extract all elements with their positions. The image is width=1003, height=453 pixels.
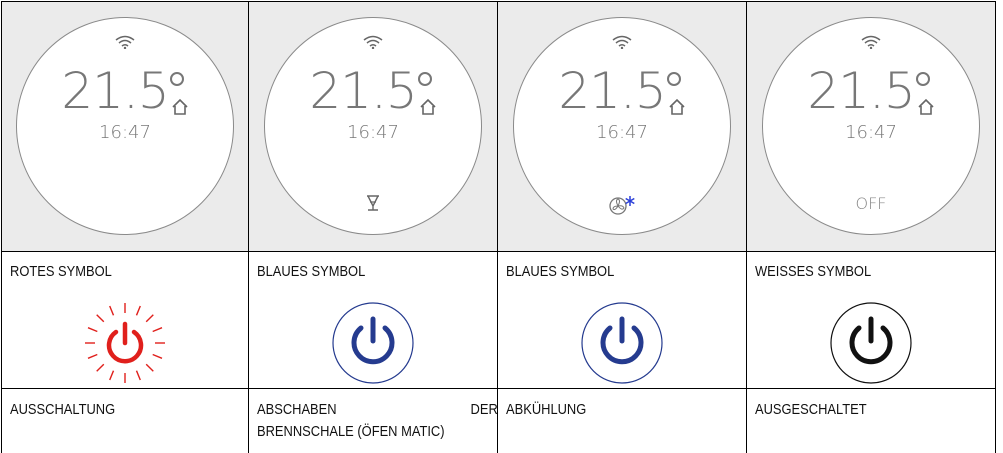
temperature-readout: 21.5 [807,61,915,120]
description-cell-3: ABKÜHLUNG [498,389,747,453]
degree-icon [667,71,681,86]
thermostat-dial: 21.5 16:47 [513,16,731,235]
thermostat-dial: 21.5 16:47 [264,16,482,235]
wifi-icon [861,35,881,49]
dial-cell-4: 21.5 16:47 OFF [747,2,996,252]
house-icon [420,98,436,115]
temperature-readout: 21.5 [558,61,666,120]
power-icon [581,302,663,384]
description-line-1: ABSCHABEN DER [257,401,498,418]
state-description: AUSSCHALTUNG [10,401,116,418]
power-icon [830,302,912,384]
state-description: ABSCHABEN DER BRENNSCHALE (ÖFEN MATIC) [257,399,497,443]
description-line-2: BRENNSCHALE (ÖFEN MATIC) [257,423,445,440]
symbol-cell-4: WEISSES SYMBOL [747,252,996,389]
symbol-label: BLAUES SYMBOL [257,263,366,280]
symbol-cell-2: BLAUES SYMBOL [249,252,498,389]
time-readout: 16:47 [99,121,151,143]
dial-cell-1: 21.5 16:47 [2,2,249,252]
house-icon [918,98,934,115]
thermostat-dial: 21.5 16:47 [16,16,234,235]
stove-status-table: 21.5 16:47 21.5 16:47 21.5 16:47 21.5 16… [1,1,996,453]
description-cell-2: ABSCHABEN DER BRENNSCHALE (ÖFEN MATIC) [249,389,498,453]
symbol-label: ROTES SYMBOL [10,263,112,280]
wifi-icon [612,35,632,49]
temperature-readout: 21.5 [309,61,417,120]
state-description: AUSGESCHALTET [755,401,867,418]
description-cell-1: AUSSCHALTUNG [2,389,249,453]
symbol-cell-3: BLAUES SYMBOL [498,252,747,389]
power-icon [85,303,165,383]
temperature-readout: 21.5 [61,61,169,120]
fan-snowflake-icon [609,195,635,215]
degree-icon [418,71,432,86]
symbol-label: BLAUES SYMBOL [506,263,615,280]
symbol-cell-1: ROTES SYMBOL [2,252,249,389]
power-icon [332,302,414,384]
degree-icon [170,71,184,86]
time-readout: 16:47 [596,121,648,143]
degree-icon [916,71,930,86]
time-readout: 16:47 [845,121,897,143]
house-icon [669,98,685,115]
wifi-icon [115,35,135,49]
dial-cell-3: 21.5 16:47 [498,2,747,252]
scraper-icon [367,194,379,211]
off-status-text: OFF [855,193,887,213]
state-description: ABKÜHLUNG [506,401,587,418]
description-cell-4: AUSGESCHALTET [747,389,996,453]
symbol-label: WEISSES SYMBOL [755,263,872,280]
time-readout: 16:47 [347,121,399,143]
dial-cell-2: 21.5 16:47 [249,2,498,252]
house-icon [172,98,188,115]
thermostat-dial: 21.5 16:47 OFF [762,16,980,235]
wifi-icon [363,35,383,49]
